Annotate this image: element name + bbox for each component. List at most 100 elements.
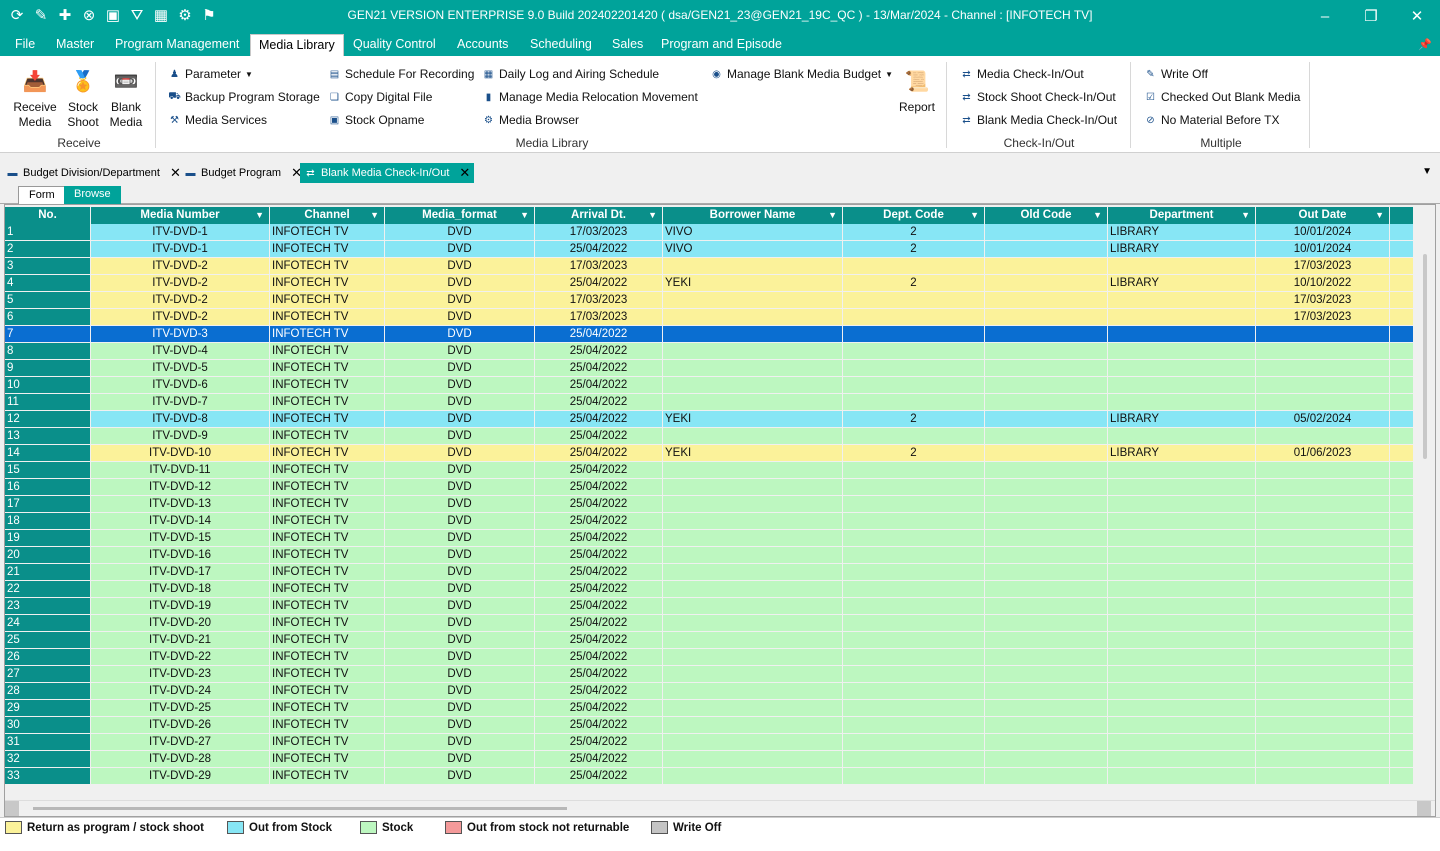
col-no-cell[interactable]: 10 xyxy=(5,377,91,394)
col-arrival-date-cell[interactable]: 25/04/2022 xyxy=(535,326,663,343)
col-media-number-cell[interactable]: ITV-DVD-23 xyxy=(91,666,270,683)
menu-master[interactable]: Master xyxy=(56,37,94,51)
scroll-left-icon[interactable] xyxy=(5,801,19,816)
table-row[interactable]: 7 ITV-DVD-3 INFOTECH TV DVD 25/04/2022 xyxy=(5,326,1415,343)
menu-accounts[interactable]: Accounts xyxy=(457,37,508,51)
checked-out-blank-media-button[interactable]: ☑ Checked Out Blank Media xyxy=(1144,90,1300,104)
media-browser-button[interactable]: ⚙ Media Browser xyxy=(482,113,579,127)
col-department-cell[interactable] xyxy=(1108,632,1256,649)
menu-program-management[interactable]: Program Management xyxy=(115,37,239,51)
tab-budget-program[interactable]: ▬ Budget Program ✕ xyxy=(180,163,306,183)
col-department-cell[interactable]: LIBRARY xyxy=(1108,224,1256,241)
col-old-code-cell[interactable] xyxy=(985,343,1108,360)
col-media-format-cell[interactable]: DVD xyxy=(385,360,535,377)
col-dept-code-cell[interactable] xyxy=(843,343,985,360)
col-no-cell[interactable]: 16 xyxy=(5,479,91,496)
table-row[interactable]: 30 ITV-DVD-26 INFOTECH TV DVD 25/04/2022 xyxy=(5,717,1415,734)
col-arrival-date-cell[interactable]: 25/04/2022 xyxy=(535,411,663,428)
col-no-cell[interactable]: 11 xyxy=(5,394,91,411)
col-media-number-cell[interactable]: ITV-DVD-25 xyxy=(91,700,270,717)
col-no-cell[interactable]: 32 xyxy=(5,751,91,768)
col-channel-cell[interactable]: INFOTECH TV xyxy=(270,326,385,343)
col-media-number-cell[interactable]: ITV-DVD-21 xyxy=(91,632,270,649)
col-arrival-date-cell[interactable]: 25/04/2022 xyxy=(535,547,663,564)
col-arrival-date-cell[interactable]: 25/04/2022 xyxy=(535,700,663,717)
col-media-number-cell[interactable]: ITV-DVD-15 xyxy=(91,530,270,547)
col-dept-code-cell[interactable] xyxy=(843,462,985,479)
col-no-cell[interactable]: 3 xyxy=(5,258,91,275)
table-row[interactable]: 8 ITV-DVD-4 INFOTECH TV DVD 25/04/2022 xyxy=(5,343,1415,360)
col-borrower-name-cell[interactable] xyxy=(663,649,843,666)
col-department-cell[interactable]: LIBRARY xyxy=(1108,445,1256,462)
col-borrower-name-cell[interactable] xyxy=(663,564,843,581)
col-department-cell[interactable] xyxy=(1108,292,1256,309)
col-no-cell[interactable]: 19 xyxy=(5,530,91,547)
col-borrower-name-cell[interactable] xyxy=(663,292,843,309)
col-channel-cell[interactable]: INFOTECH TV xyxy=(270,581,385,598)
col-arrival-date-cell[interactable]: 25/04/2022 xyxy=(535,343,663,360)
col-arrival-date-cell[interactable]: 25/04/2022 xyxy=(535,513,663,530)
col-channel-cell[interactable]: INFOTECH TV xyxy=(270,717,385,734)
col-media-format-cell[interactable]: DVD xyxy=(385,683,535,700)
col-borrower-name-cell[interactable] xyxy=(663,428,843,445)
data-grid[interactable]: No. Media Number ▼ Channel ▼ Media_format ▼ Arr… xyxy=(4,204,1436,817)
col-channel-cell[interactable]: INFOTECH TV xyxy=(270,462,385,479)
col-media-format-cell[interactable]: DVD xyxy=(385,547,535,564)
tab-blank-media-check-in-out[interactable]: ⇄ Blank Media Check-In/Out ✕ xyxy=(300,163,475,183)
col-media-number-cell[interactable]: ITV-DVD-17 xyxy=(91,564,270,581)
col-no-cell[interactable]: 14 xyxy=(5,445,91,462)
col-channel-cell[interactable]: INFOTECH TV xyxy=(270,768,385,785)
table-row[interactable]: 15 ITV-DVD-11 INFOTECH TV DVD 25/04/2022 xyxy=(5,462,1415,479)
col-arrival-date-cell[interactable]: 25/04/2022 xyxy=(535,683,663,700)
col-no-cell[interactable]: 33 xyxy=(5,768,91,785)
col-arrival-date-cell[interactable]: 17/03/2023 xyxy=(535,258,663,275)
col-old-code-cell[interactable] xyxy=(985,428,1108,445)
col-media-number-cell[interactable]: ITV-DVD-24 xyxy=(91,683,270,700)
menu-scheduling[interactable]: Scheduling xyxy=(530,37,592,51)
col-dept-code-cell[interactable] xyxy=(843,258,985,275)
col-arrival-date-cell[interactable]: 25/04/2022 xyxy=(535,394,663,411)
col-old-code-cell[interactable] xyxy=(985,649,1108,666)
col-media-format-cell[interactable]: DVD xyxy=(385,326,535,343)
col-channel-cell[interactable]: INFOTECH TV xyxy=(270,479,385,496)
col-department-cell[interactable] xyxy=(1108,530,1256,547)
col-no-cell[interactable]: 13 xyxy=(5,428,91,445)
col-department-cell[interactable] xyxy=(1108,564,1256,581)
col-old-code-cell[interactable] xyxy=(985,360,1108,377)
col-media-number-cell[interactable]: ITV-DVD-6 xyxy=(91,377,270,394)
col-no-cell[interactable]: 21 xyxy=(5,564,91,581)
col-out-date-cell[interactable] xyxy=(1256,513,1390,530)
col-channel-cell[interactable]: INFOTECH TV xyxy=(270,632,385,649)
col-dept-code-cell[interactable] xyxy=(843,615,985,632)
col-dept-code-cell[interactable] xyxy=(843,513,985,530)
col-old-code-cell[interactable] xyxy=(985,241,1108,258)
pin-ribbon-icon[interactable]: 📌 xyxy=(1418,38,1432,51)
filter-dropdown-icon[interactable]: ▼ xyxy=(648,207,657,224)
col-borrower-name-cell[interactable]: VIVO xyxy=(663,224,843,241)
header-col-borrower-name[interactable]: Borrower Name ▼ xyxy=(663,207,843,224)
col-media-format-cell[interactable]: DVD xyxy=(385,462,535,479)
col-media-format-cell[interactable]: DVD xyxy=(385,445,535,462)
col-out-date-cell[interactable]: 17/03/2023 xyxy=(1256,292,1390,309)
col-channel-cell[interactable]: INFOTECH TV xyxy=(270,734,385,751)
table-row[interactable]: 2 ITV-DVD-1 INFOTECH TV DVD 25/04/2022 VIVO 2 L… xyxy=(5,241,1415,258)
col-media-format-cell[interactable]: DVD xyxy=(385,343,535,360)
col-media-format-cell[interactable]: DVD xyxy=(385,275,535,292)
col-department-cell[interactable] xyxy=(1108,649,1256,666)
col-media-number-cell[interactable]: ITV-DVD-4 xyxy=(91,343,270,360)
col-no-cell[interactable]: 1 xyxy=(5,224,91,241)
col-department-cell[interactable] xyxy=(1108,377,1256,394)
col-out-date-cell[interactable] xyxy=(1256,428,1390,445)
table-row[interactable]: 25 ITV-DVD-21 INFOTECH TV DVD 25/04/2022 xyxy=(5,632,1415,649)
col-dept-code-cell[interactable] xyxy=(843,649,985,666)
blank-media-check-in-out-button[interactable]: ⇄ Blank Media Check-In/Out xyxy=(960,113,1117,127)
col-media-format-cell[interactable]: DVD xyxy=(385,734,535,751)
tabs-dropdown-icon[interactable]: ▼ xyxy=(1422,166,1432,177)
col-department-cell[interactable] xyxy=(1108,598,1256,615)
col-dept-code-cell[interactable] xyxy=(843,326,985,343)
col-channel-cell[interactable]: INFOTECH TV xyxy=(270,496,385,513)
col-department-cell[interactable] xyxy=(1108,462,1256,479)
col-department-cell[interactable] xyxy=(1108,751,1256,768)
col-media-number-cell[interactable]: ITV-DVD-7 xyxy=(91,394,270,411)
col-channel-cell[interactable]: INFOTECH TV xyxy=(270,428,385,445)
